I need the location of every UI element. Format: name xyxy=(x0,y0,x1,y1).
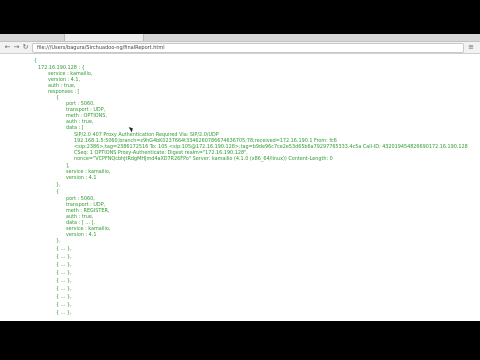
json-line: }, xyxy=(56,182,61,188)
json-line: { xyxy=(56,95,60,101)
json-line: responses : [ xyxy=(48,89,80,95)
browser-window: ← → ↻ file:///Users/bagura/Sirchuadoo-ng… xyxy=(0,34,480,321)
json-line: { ... }, xyxy=(56,278,72,284)
json-line: { xyxy=(56,189,60,195)
address-bar[interactable]: file:///Users/bagura/Sirchuadoo-ng/final… xyxy=(32,43,464,53)
page-content: { 172.16.190.128 : { service : kamailio,… xyxy=(0,54,480,321)
tab-strip xyxy=(0,34,480,42)
json-line: { xyxy=(34,58,38,64)
json-line: { ... }, xyxy=(56,246,72,252)
url-text: file:///Users/bagura/Sirchuadoo-ng/final… xyxy=(37,45,165,51)
json-line: { ... }, xyxy=(56,302,72,308)
json-line: }, xyxy=(56,238,61,244)
json-line: { ... }, xyxy=(56,270,72,276)
back-arrow-icon[interactable]: ← xyxy=(3,43,12,52)
browser-tab[interactable] xyxy=(64,34,144,41)
json-line: nonce="VCPFNQcbhJtRdgMHJmd4aXD7R26FPo" S… xyxy=(74,156,333,162)
browser-toolbar: ← → ↻ file:///Users/bagura/Sirchuadoo-ng… xyxy=(0,42,480,54)
json-line: { ... }, xyxy=(56,254,72,260)
json-line: { ... }, xyxy=(56,294,72,300)
json-line: { ... }, xyxy=(56,262,72,268)
forward-arrow-icon[interactable]: → xyxy=(12,43,21,52)
menu-icon[interactable]: ≡ xyxy=(467,43,475,52)
json-line: version : 4.1 xyxy=(66,175,97,181)
json-line: { ... }, xyxy=(56,310,72,316)
json-line: version : 4.1 xyxy=(66,232,97,238)
json-line: { ... }, xyxy=(56,286,72,292)
reload-icon[interactable]: ↻ xyxy=(21,43,30,52)
json-line: data : [ xyxy=(66,125,84,131)
